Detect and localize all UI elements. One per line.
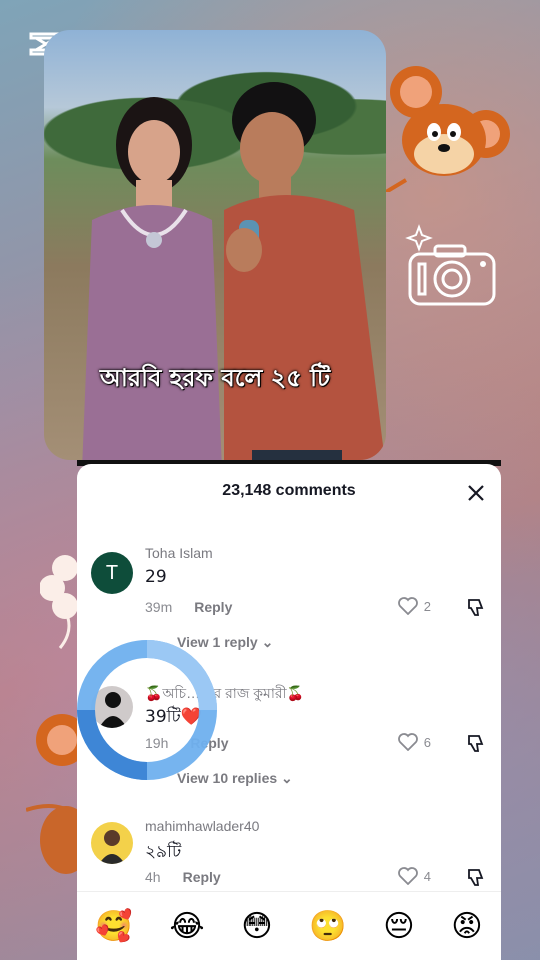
like-count: 2	[423, 598, 431, 614]
comment-time: 39m	[145, 599, 173, 615]
heart-icon	[397, 733, 418, 751]
emoji-angry[interactable]: 😡	[451, 909, 482, 944]
woman-figure	[82, 97, 222, 460]
emoji-pensive[interactable]: 😔	[383, 909, 414, 944]
comment-meta: 39m Reply	[145, 599, 232, 615]
comments-header: 23,148 comments	[77, 464, 501, 516]
heart-icon	[397, 597, 418, 615]
emoji-quick-bar: 🥰 😂 😳 🙄 😔 😡	[77, 891, 501, 960]
like-count: 6	[423, 734, 431, 750]
video-caption: আরবি হরফ বলে ২৫ টি	[99, 364, 331, 392]
man-figure	[224, 82, 385, 460]
reply-button[interactable]: Reply	[194, 599, 232, 615]
camera-sticker-icon	[405, 224, 496, 306]
comment-username[interactable]: Toha Islam	[145, 545, 213, 561]
dislike-icon[interactable]	[465, 732, 487, 754]
dislike-icon[interactable]	[465, 596, 487, 618]
heart-icon	[397, 867, 418, 885]
reply-button[interactable]: Reply	[183, 869, 221, 885]
comment-text: 29	[145, 567, 167, 587]
comment-text: ২৯টি	[145, 842, 182, 862]
comment-username[interactable]: mahimhawlader40	[145, 818, 259, 834]
emoji-eye-roll[interactable]: 🙄	[309, 909, 346, 944]
avatar[interactable]: T	[91, 552, 133, 594]
touch-indicator-ring	[77, 640, 217, 780]
emoji-smiling-hearts[interactable]: 🥰	[95, 909, 132, 944]
avatar[interactable]	[91, 822, 133, 864]
like-button[interactable]: 2	[397, 597, 431, 615]
user-photo-avatar-icon	[99, 830, 125, 864]
video-preview[interactable]: আরবি হরফ বলে ২৫ টি	[44, 30, 386, 460]
dislike-icon[interactable]	[465, 866, 487, 888]
jerry-mouse-sticker-icon	[386, 66, 510, 192]
like-button[interactable]: 4	[397, 867, 431, 885]
like-count: 4	[423, 868, 431, 884]
comment-meta: 4h Reply	[145, 869, 221, 885]
like-button[interactable]: 6	[397, 733, 431, 751]
avatar-letter: T	[105, 561, 119, 584]
close-icon[interactable]	[465, 482, 487, 504]
emoji-tears-of-joy[interactable]: 😂	[169, 909, 204, 944]
emoji-flushed[interactable]: 😳	[241, 909, 272, 944]
comment-time: 4h	[145, 869, 161, 885]
comments-count-title: 23,148 comments	[222, 482, 356, 499]
